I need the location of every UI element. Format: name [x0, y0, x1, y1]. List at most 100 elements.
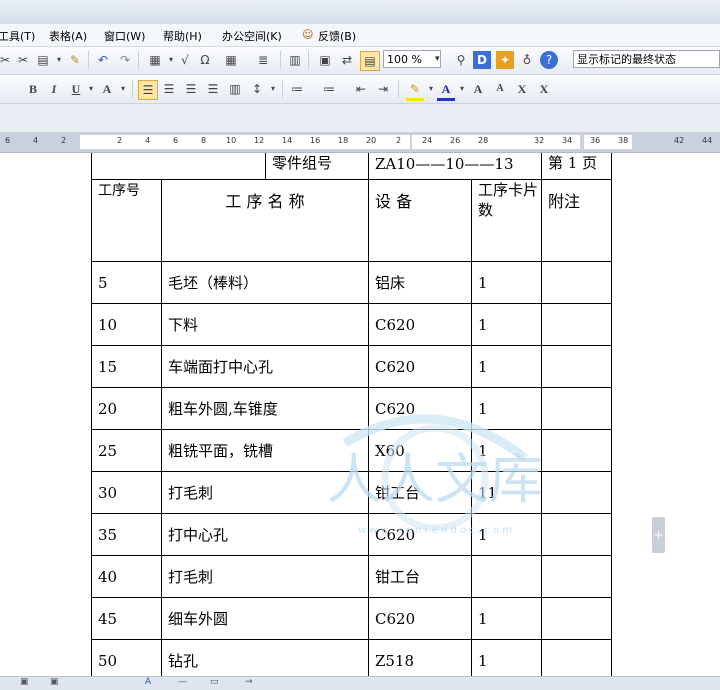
- process-name-cell[interactable]: 车端面打中心孔: [161, 345, 369, 388]
- card-count-cell[interactable]: 1: [471, 261, 542, 304]
- card-count-cell[interactable]: [471, 555, 542, 598]
- seq-cell[interactable]: 25: [91, 429, 162, 472]
- header-card-count[interactable]: 工序卡片数: [471, 179, 542, 262]
- seq-cell[interactable]: 5: [91, 261, 162, 304]
- zoom-field[interactable]: 100 %: [383, 50, 441, 68]
- part-group-number[interactable]: ZA10——10——13: [368, 153, 542, 180]
- process-name-cell[interactable]: 粗车外圆,车锥度: [161, 387, 369, 430]
- seq-cell[interactable]: 10: [91, 303, 162, 346]
- shrink-font-icon[interactable]: A: [491, 80, 509, 98]
- seq-cell[interactable]: 40: [91, 555, 162, 598]
- draw-box-icon[interactable]: ▭: [210, 677, 219, 687]
- equipment-cell[interactable]: C620: [368, 387, 472, 430]
- italic-button[interactable]: I: [45, 80, 63, 98]
- view-icon[interactable]: ▣: [20, 677, 29, 687]
- card-count-cell[interactable]: 1: [471, 639, 542, 676]
- equipment-cell[interactable]: C620: [368, 513, 472, 556]
- seq-cell[interactable]: 50: [91, 639, 162, 676]
- d-icon[interactable]: D: [473, 51, 491, 69]
- process-name-cell[interactable]: 钻孔: [161, 639, 369, 676]
- gift-icon[interactable]: ✦: [496, 51, 514, 69]
- align-right-icon[interactable]: ☰: [182, 80, 200, 98]
- line-spacing-dropdown-icon[interactable]: ▾: [264, 80, 282, 98]
- expand-panel-handle[interactable]: +: [652, 517, 665, 553]
- menu-help[interactable]: 帮助(H): [163, 28, 202, 44]
- menu-feedback[interactable]: 反馈(B): [318, 28, 356, 44]
- process-name-cell[interactable]: 细车外圆: [161, 597, 369, 640]
- shirt-icon[interactable]: ♁: [518, 51, 536, 69]
- redo-icon[interactable]: ↷: [116, 51, 134, 69]
- numbering-icon[interactable]: ≔: [288, 80, 306, 98]
- equipment-cell[interactable]: 钳工台: [368, 471, 472, 514]
- header-seq[interactable]: 工序号: [91, 179, 162, 262]
- header-equipment[interactable]: 设 备: [368, 179, 472, 262]
- process-name-cell[interactable]: 打毛刺: [161, 555, 369, 598]
- menu-office-space[interactable]: 办公空间(K): [222, 28, 282, 44]
- draw-text-icon[interactable]: A: [145, 677, 151, 687]
- page-number-cell[interactable]: 第 1 页: [541, 153, 612, 180]
- chart-icon[interactable]: ▥: [286, 51, 304, 69]
- note-cell[interactable]: [541, 597, 612, 640]
- justify-icon[interactable]: ☰: [204, 80, 222, 98]
- document-map-icon[interactable]: ▣: [316, 51, 334, 69]
- bullets-icon[interactable]: ≔: [320, 80, 338, 98]
- seq-cell[interactable]: 20: [91, 387, 162, 430]
- equipment-cell[interactable]: X60: [368, 429, 472, 472]
- seq-cell[interactable]: 35: [91, 513, 162, 556]
- superscript-icon[interactable]: X: [513, 80, 531, 98]
- note-cell[interactable]: [541, 387, 612, 430]
- equipment-cell[interactable]: C620: [368, 597, 472, 640]
- text-effects-dropdown-icon[interactable]: ▾: [114, 80, 132, 98]
- scissors-icon[interactable]: ✂: [14, 51, 32, 69]
- seq-cell[interactable]: 45: [91, 597, 162, 640]
- card-count-cell[interactable]: 1: [471, 513, 542, 556]
- blank-cell[interactable]: [91, 153, 266, 180]
- header-note[interactable]: 附注: [541, 179, 612, 262]
- process-name-cell[interactable]: 粗铣平面，铣槽: [161, 429, 369, 472]
- bold-button[interactable]: B: [24, 80, 42, 98]
- draw-arrow-icon[interactable]: →: [245, 677, 253, 687]
- part-group-label[interactable]: 零件组号: [265, 153, 369, 180]
- menu-window[interactable]: 窗口(W): [104, 28, 145, 44]
- decrease-indent-icon[interactable]: ⇤: [352, 80, 370, 98]
- card-count-cell[interactable]: 1: [471, 387, 542, 430]
- menu-tools[interactable]: 工具(T): [0, 28, 35, 44]
- formula-icon[interactable]: √: [176, 51, 194, 69]
- subscript-icon[interactable]: X: [535, 80, 553, 98]
- binoculars-icon[interactable]: ⚲: [452, 51, 470, 69]
- draw-line-icon[interactable]: —: [178, 677, 187, 687]
- card-count-cell[interactable]: 1: [471, 345, 542, 388]
- note-cell[interactable]: [541, 639, 612, 676]
- card-count-cell[interactable]: 1: [471, 303, 542, 346]
- seq-cell[interactable]: 30: [91, 471, 162, 514]
- process-name-cell[interactable]: 打毛刺: [161, 471, 369, 514]
- distribute-icon[interactable]: ▥: [226, 80, 244, 98]
- card-count-cell[interactable]: 11: [471, 471, 542, 514]
- horizontal-ruler[interactable]: 6 4 2 2 4 6 8 10 12 14 16 18 20 2 24 26 …: [0, 132, 720, 153]
- process-name-cell[interactable]: 毛坯（棒料）: [161, 261, 369, 304]
- paragraph-marks-icon[interactable]: ▤: [360, 51, 380, 71]
- note-cell[interactable]: [541, 429, 612, 472]
- markup-status-select[interactable]: 显示标记的最终状态: [573, 50, 720, 68]
- note-cell[interactable]: [541, 471, 612, 514]
- cut-icon[interactable]: ✂: [0, 51, 14, 69]
- equipment-cell[interactable]: C620: [368, 303, 472, 346]
- seq-cell[interactable]: 15: [91, 345, 162, 388]
- menu-table[interactable]: 表格(A): [49, 28, 87, 44]
- equipment-cell[interactable]: Z518: [368, 639, 472, 676]
- process-name-cell[interactable]: 下料: [161, 303, 369, 346]
- align-left-icon[interactable]: ☰: [138, 80, 158, 100]
- zoom-dropdown-icon[interactable]: ▾: [435, 50, 440, 68]
- align-center-icon[interactable]: ☰: [160, 80, 178, 98]
- equipment-cell[interactable]: 铝床: [368, 261, 472, 304]
- process-name-cell[interactable]: 打中心孔: [161, 513, 369, 556]
- equipment-cell[interactable]: 钳工台: [368, 555, 472, 598]
- format-painter-icon[interactable]: ✎: [66, 51, 84, 69]
- note-cell[interactable]: [541, 303, 612, 346]
- grow-font-icon[interactable]: A: [469, 80, 487, 98]
- columns-icon[interactable]: ≣: [254, 51, 272, 69]
- show-formatting-icon[interactable]: ⇄: [338, 51, 356, 69]
- note-cell[interactable]: [541, 513, 612, 556]
- note-cell[interactable]: [541, 261, 612, 304]
- grid-icon[interactable]: ▦: [222, 51, 240, 69]
